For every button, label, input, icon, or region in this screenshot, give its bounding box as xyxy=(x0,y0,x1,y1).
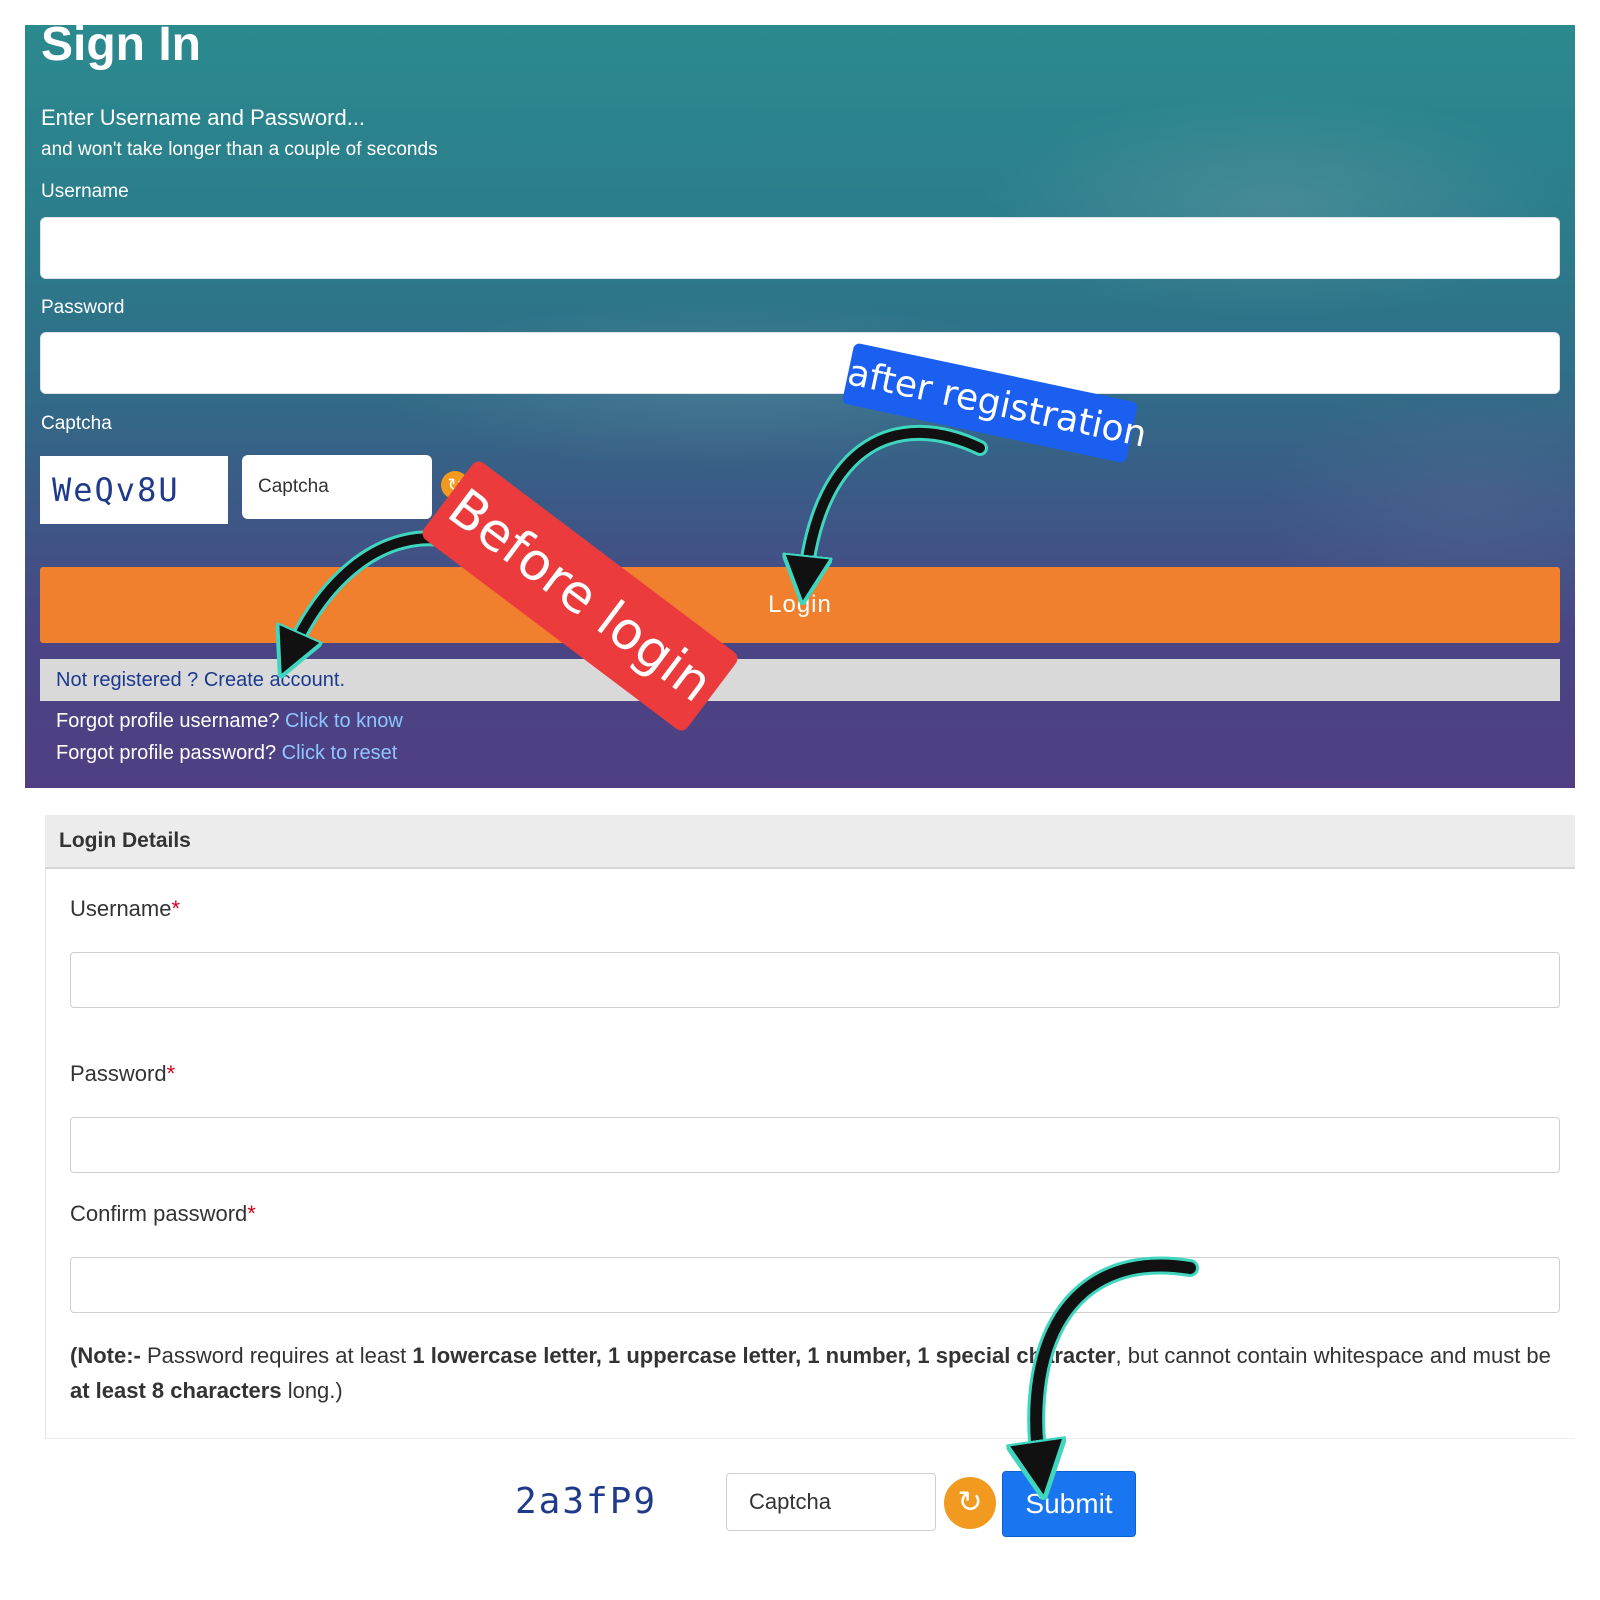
forgot-password-row: Forgot profile password? Click to reset xyxy=(56,742,397,765)
password-requirements-note: (Note:- Password requires at least 1 low… xyxy=(70,1338,1560,1408)
note-bold-2: at least 8 characters xyxy=(70,1378,282,1403)
details-captcha-image: 2a3fP9 xyxy=(515,1481,658,1522)
details-username-input[interactable] xyxy=(70,952,1560,1008)
submit-button[interactable]: Submit xyxy=(1002,1471,1136,1537)
forgot-username-row: Forgot profile username? Click to know xyxy=(56,710,403,733)
details-password-input[interactable] xyxy=(70,1117,1560,1173)
forgot-password-text: Forgot profile password? xyxy=(56,742,282,764)
details-username-label: Username* xyxy=(70,896,180,922)
signin-subtitle-secondary: and won't take longer than a couple of s… xyxy=(41,139,438,160)
password-input[interactable] xyxy=(40,332,1560,394)
details-password-label-text: Password xyxy=(70,1061,167,1086)
refresh-icon[interactable]: ↻ xyxy=(944,1477,996,1529)
required-marker: * xyxy=(247,1201,256,1226)
note-prefix: (Note:- xyxy=(70,1343,141,1368)
signin-panel: Sign In Enter Username and Password... a… xyxy=(25,25,1575,788)
required-marker: * xyxy=(171,896,181,921)
required-marker: * xyxy=(166,1061,176,1086)
captcha-input[interactable]: Captcha xyxy=(242,455,432,519)
details-username-label-text: Username xyxy=(70,896,172,921)
confirm-password-label: Confirm password* xyxy=(70,1201,256,1227)
note-text-1: Password requires at least xyxy=(140,1343,413,1368)
note-text-3: long.) xyxy=(281,1378,343,1403)
login-button[interactable]: Login xyxy=(40,567,1560,643)
details-captcha-input[interactable]: Captcha xyxy=(726,1473,936,1531)
create-account-link[interactable]: Not registered ? Create account. xyxy=(40,659,1560,701)
signin-subtitle: Enter Username and Password... xyxy=(41,105,366,130)
confirm-password-label-text: Confirm password xyxy=(70,1201,248,1226)
captcha-label: Captcha xyxy=(41,413,112,434)
username-input[interactable] xyxy=(40,217,1560,279)
note-text-2: , but cannot contain whitespace and must… xyxy=(1115,1343,1551,1368)
details-password-label: Password* xyxy=(70,1061,175,1087)
captcha-image: WeQv8U xyxy=(40,456,228,524)
password-label: Password xyxy=(41,297,125,318)
forgot-password-link[interactable]: Click to reset xyxy=(282,742,398,764)
confirm-password-input[interactable] xyxy=(70,1257,1560,1313)
page-title: Sign In xyxy=(41,25,201,71)
username-label: Username xyxy=(41,181,129,202)
forgot-username-link[interactable]: Click to know xyxy=(285,710,403,732)
forgot-username-text: Forgot profile username? xyxy=(56,710,286,732)
note-bold-1: 1 lowercase letter, 1 uppercase letter, … xyxy=(412,1343,1116,1368)
login-details-header: Login Details xyxy=(45,815,1575,869)
